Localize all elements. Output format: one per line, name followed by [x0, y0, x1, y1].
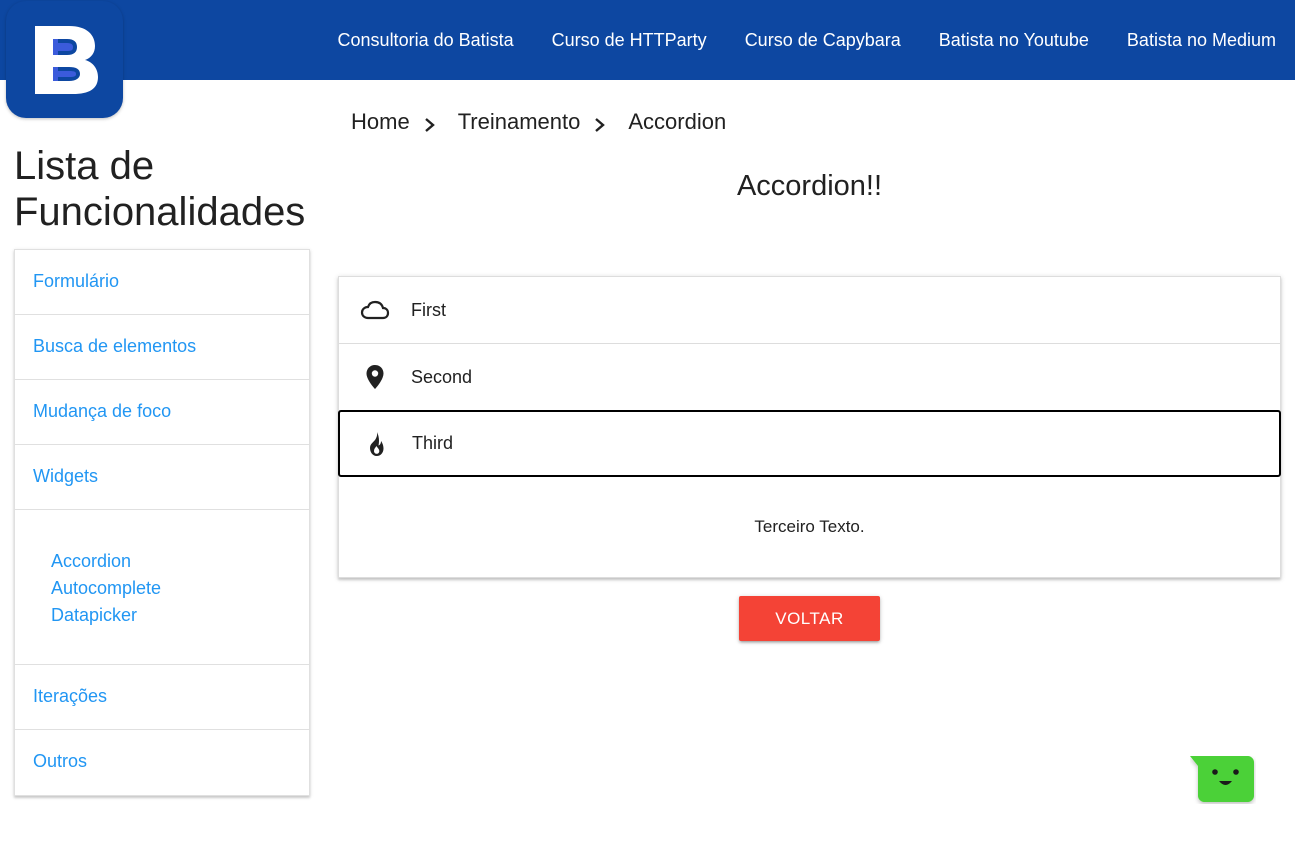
- breadcrumb-accordion[interactable]: Accordion: [628, 109, 726, 135]
- top-navbar: Consultoria do Batista Curso de HTTParty…: [0, 0, 1295, 80]
- accordion-header-first[interactable]: First: [339, 277, 1280, 344]
- nav-link-httparty[interactable]: Curso de HTTParty: [533, 0, 726, 80]
- sidebar-item-iteracoes[interactable]: Iterações: [15, 665, 309, 730]
- sidebar-item-formulario[interactable]: Formulário: [15, 250, 309, 315]
- nav-link-youtube[interactable]: Batista no Youtube: [920, 0, 1108, 80]
- place-icon: [339, 364, 411, 390]
- sidebar-widgets-submenu: Accordion Autocomplete Datapicker: [15, 510, 309, 665]
- accordion-header-second[interactable]: Second: [339, 344, 1280, 411]
- whatshot-icon: [340, 431, 412, 457]
- chevron-right-icon: [580, 104, 628, 140]
- accordion-label: First: [411, 299, 446, 320]
- sidebar-title: Lista de Funcionalidades: [14, 144, 306, 234]
- sidebar-item-busca-de-elementos[interactable]: Busca de elementos: [15, 315, 309, 380]
- accordion-label: Third: [412, 433, 454, 453]
- voltar-button[interactable]: VOLTAR: [739, 596, 880, 641]
- nav-link-consultoria[interactable]: Consultoria do Batista: [319, 0, 533, 80]
- accordion-label: Second: [411, 366, 473, 387]
- logo-letter-b-icon: [34, 25, 98, 94]
- page-title: Accordion!!: [736, 170, 883, 202]
- accordion-header-third[interactable]: Third: [338, 410, 1281, 477]
- chat-smiley-icon: [1190, 756, 1254, 802]
- sidebar-item-mudanca-de-foco[interactable]: Mudança de foco: [15, 380, 309, 445]
- sidebar-subitem-datapicker[interactable]: Datapicker: [51, 602, 309, 629]
- sidebar-menu: Formulário Busca de elementos Mudança de…: [14, 249, 310, 796]
- sidebar-item-widgets[interactable]: Widgets: [15, 445, 309, 510]
- cloud-icon: [339, 299, 411, 321]
- accordion-body-text: Terceiro Texto.: [754, 517, 865, 536]
- sidebar-subitem-accordion[interactable]: Accordion: [51, 548, 309, 575]
- breadcrumb: Home Treinamento Accordion: [351, 104, 726, 140]
- breadcrumb-treinamento[interactable]: Treinamento: [458, 109, 581, 135]
- brand-logo[interactable]: [6, 1, 123, 118]
- accordion: First Second Third Terceiro Texto.: [338, 276, 1281, 578]
- chat-widget[interactable]: [1190, 756, 1256, 804]
- nav-link-capybara[interactable]: Curso de Capybara: [726, 0, 920, 80]
- top-nav-links: Consultoria do Batista Curso de HTTParty…: [319, 0, 1295, 80]
- breadcrumb-home[interactable]: Home: [351, 109, 410, 135]
- sidebar-subitem-autocomplete[interactable]: Autocomplete: [51, 575, 309, 602]
- nav-link-medium[interactable]: Batista no Medium: [1108, 0, 1295, 80]
- sidebar-item-outros[interactable]: Outros: [15, 730, 309, 795]
- chevron-right-icon: [410, 104, 458, 140]
- accordion-body-third: Terceiro Texto.: [339, 477, 1280, 577]
